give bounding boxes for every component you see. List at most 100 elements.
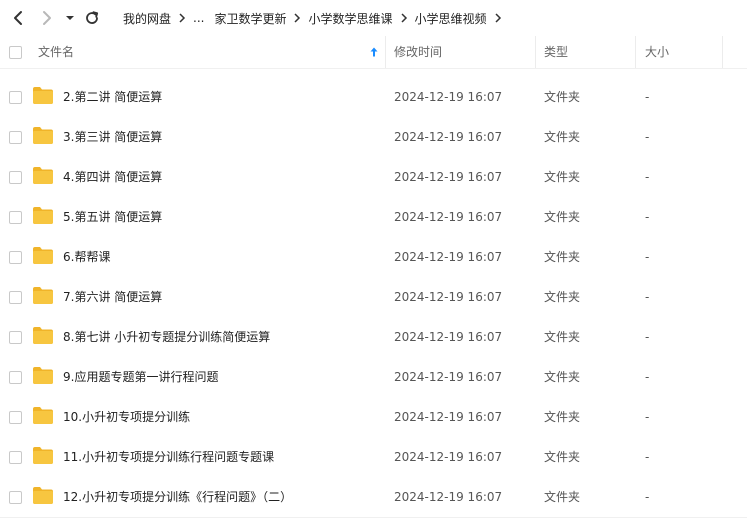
file-type: 文件夹 (544, 490, 581, 504)
column-header-type[interactable]: 类型 (544, 36, 568, 68)
file-modified-time: 2024-12-19 16:07 (394, 450, 503, 464)
folder-icon (33, 447, 53, 464)
file-size: - (645, 250, 650, 264)
sort-up-arrow-icon (370, 47, 378, 57)
folder-icon (33, 287, 53, 304)
back-button[interactable] (8, 8, 28, 28)
file-type: 文件夹 (544, 330, 581, 344)
file-name[interactable]: 8.第七讲 小升初专题提分训练简便运算 (63, 317, 270, 357)
chevron-right-icon (286, 10, 308, 26)
file-type: 文件夹 (544, 250, 581, 264)
breadcrumb-item[interactable]: 小学数学思维课 (308, 10, 392, 27)
column-divider[interactable] (385, 36, 386, 68)
file-type: 文件夹 (544, 170, 581, 184)
chevron-right-icon (171, 10, 193, 26)
file-name[interactable]: 9.应用题专题第一讲行程问题 (63, 357, 218, 397)
divider (0, 517, 747, 518)
row-checkbox[interactable] (9, 211, 22, 224)
file-modified-time: 2024-12-19 16:07 (394, 370, 503, 384)
file-row[interactable]: 2.第二讲 简便运算 2024-12-19 16:07 文件夹 - (0, 77, 747, 117)
file-name[interactable]: 10.小升初专项提分训练 (63, 397, 190, 437)
file-row[interactable]: 4.第四讲 简便运算 2024-12-19 16:07 文件夹 - (0, 157, 747, 197)
file-row[interactable]: 3.第三讲 简便运算 2024-12-19 16:07 文件夹 - (0, 117, 747, 157)
file-type: 文件夹 (544, 450, 581, 464)
file-size: - (645, 170, 650, 184)
folder-icon (33, 247, 53, 264)
column-header-name[interactable]: 文件名 (38, 36, 378, 68)
file-modified-time: 2024-12-19 16:07 (394, 330, 503, 344)
file-type: 文件夹 (544, 90, 581, 104)
file-name[interactable]: 12.小升初专项提分训练《行程问题》（二） (63, 477, 292, 517)
file-type: 文件夹 (544, 290, 581, 304)
refresh-icon (86, 11, 99, 24)
file-name[interactable]: 2.第二讲 简便运算 (63, 77, 162, 117)
column-header-size[interactable]: 大小 (645, 36, 669, 68)
file-row[interactable]: 12.小升初专项提分训练《行程问题》（二） 2024-12-19 16:07 文件夹… (0, 477, 747, 517)
file-row[interactable]: 6.帮帮课 2024-12-19 16:07 文件夹 - (0, 237, 747, 277)
folder-icon (33, 167, 53, 184)
select-all-checkbox[interactable] (9, 46, 22, 59)
file-type: 文件夹 (544, 370, 581, 384)
file-row[interactable]: 5.第五讲 简便运算 2024-12-19 16:07 文件夹 - (0, 197, 747, 237)
file-name[interactable]: 5.第五讲 简便运算 (63, 197, 162, 237)
row-checkbox[interactable] (9, 291, 22, 304)
file-name[interactable]: 6.帮帮课 (63, 237, 110, 277)
file-size: - (645, 210, 650, 224)
folder-icon (33, 487, 53, 504)
column-divider[interactable] (635, 36, 636, 68)
row-checkbox[interactable] (9, 251, 22, 264)
chevron-right-icon (393, 10, 415, 26)
file-modified-time: 2024-12-19 16:07 (394, 490, 503, 504)
row-checkbox[interactable] (9, 171, 22, 184)
row-checkbox[interactable] (9, 491, 22, 504)
toolbar: 我的网盘 ... 家卫数学更新 小学数学思维课 小学思维视频 (0, 0, 747, 36)
file-size: - (645, 330, 650, 344)
chevron-left-icon (14, 11, 22, 25)
breadcrumb-spacer (204, 10, 214, 26)
breadcrumb-item-current[interactable]: 小学思维视频 (415, 10, 487, 27)
breadcrumb-item-ellipsis[interactable]: ... (193, 11, 204, 25)
breadcrumb-item[interactable]: 家卫数学更新 (214, 10, 286, 27)
forward-button[interactable] (37, 8, 57, 28)
file-size: - (645, 450, 650, 464)
file-name[interactable]: 3.第三讲 简便运算 (63, 117, 162, 157)
file-size: - (645, 130, 650, 144)
file-name[interactable]: 4.第四讲 简便运算 (63, 157, 162, 197)
chevron-right-icon (487, 10, 509, 26)
file-row[interactable]: 10.小升初专项提分训练 2024-12-19 16:07 文件夹 - (0, 397, 747, 437)
chevron-right-icon (43, 11, 51, 25)
file-size: - (645, 410, 650, 424)
folder-icon (33, 327, 53, 344)
refresh-button[interactable] (82, 8, 102, 28)
file-size: - (645, 370, 650, 384)
row-checkbox[interactable] (9, 411, 22, 424)
row-checkbox[interactable] (9, 91, 22, 104)
file-row[interactable]: 11.小升初专项提分训练行程问题专题课 2024-12-19 16:07 文件夹 - (0, 437, 747, 477)
folder-icon (33, 407, 53, 424)
file-name[interactable]: 11.小升初专项提分训练行程问题专题课 (63, 437, 274, 477)
file-type: 文件夹 (544, 130, 581, 144)
breadcrumb-item-root[interactable]: 我的网盘 (123, 10, 171, 27)
file-list-header: 文件名 修改时间 类型 大小 (0, 36, 747, 69)
folder-icon (33, 367, 53, 384)
file-modified-time: 2024-12-19 16:07 (394, 410, 503, 424)
row-checkbox[interactable] (9, 371, 22, 384)
file-row[interactable]: 7.第六讲 简便运算 2024-12-19 16:07 文件夹 - (0, 277, 747, 317)
file-modified-time: 2024-12-19 16:07 (394, 250, 503, 264)
file-size: - (645, 490, 650, 504)
column-header-mtime[interactable]: 修改时间 (394, 36, 442, 68)
folder-icon (33, 87, 53, 104)
row-checkbox[interactable] (9, 451, 22, 464)
folder-icon (33, 127, 53, 144)
file-modified-time: 2024-12-19 16:07 (394, 170, 503, 184)
file-name[interactable]: 7.第六讲 简便运算 (63, 277, 162, 317)
column-divider[interactable] (722, 36, 723, 68)
file-row[interactable]: 8.第七讲 小升初专题提分训练简便运算 2024-12-19 16:07 文件夹 - (0, 317, 747, 357)
row-checkbox[interactable] (9, 331, 22, 344)
breadcrumb: 我的网盘 ... 家卫数学更新 小学数学思维课 小学思维视频 (123, 10, 509, 26)
row-checkbox[interactable] (9, 131, 22, 144)
file-type: 文件夹 (544, 210, 581, 224)
column-divider[interactable] (535, 36, 536, 68)
file-row[interactable]: 9.应用题专题第一讲行程问题 2024-12-19 16:07 文件夹 - (0, 357, 747, 397)
history-dropdown-button[interactable] (62, 8, 78, 28)
